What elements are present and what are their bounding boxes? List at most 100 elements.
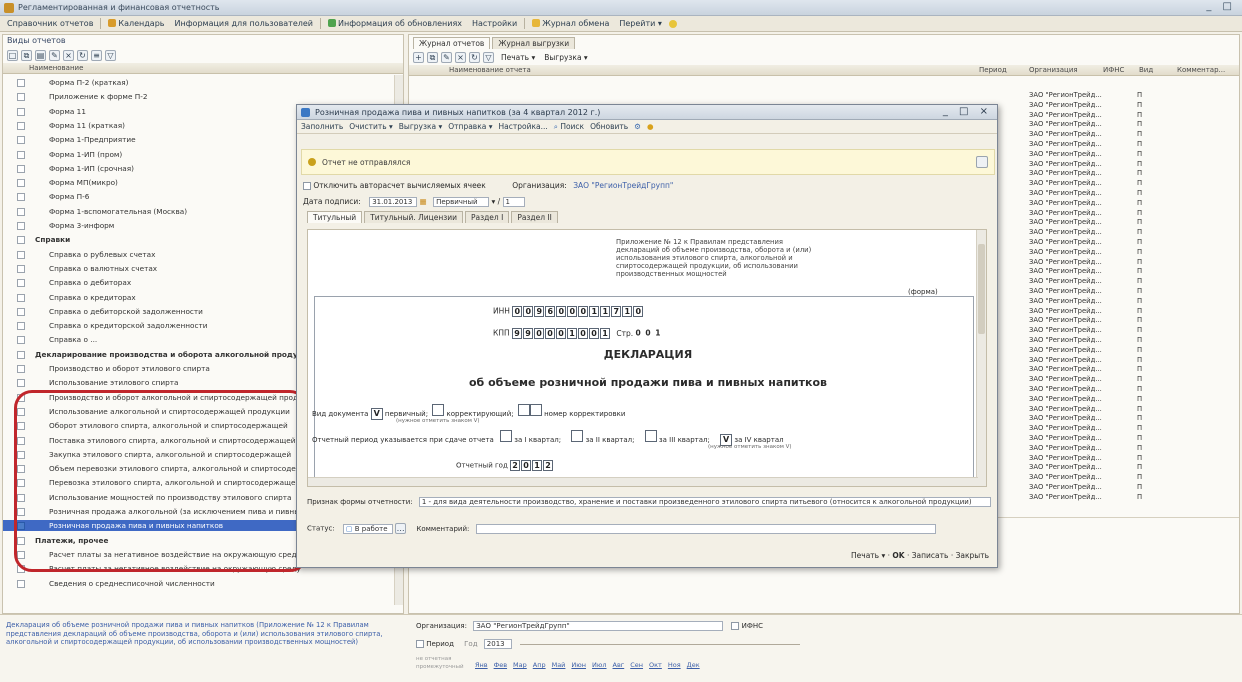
- journal-org-cell[interactable]: ЗАО "РегионТрейд...: [1029, 375, 1102, 384]
- add-icon[interactable]: +: [413, 51, 424, 63]
- journal-kind-cell[interactable]: П: [1137, 209, 1142, 218]
- month-item[interactable]: Май: [552, 661, 566, 669]
- refresh-icon[interactable]: ↻: [77, 49, 88, 61]
- journal-org-cell[interactable]: ЗАО "РегионТрейд...: [1029, 130, 1102, 139]
- journal-org-cell[interactable]: ЗАО "РегионТрейд...: [1029, 473, 1102, 482]
- journal-org-cell[interactable]: ЗАО "РегионТрейд...: [1029, 316, 1102, 325]
- journal-org-cell[interactable]: ЗАО "РегионТрейд...: [1029, 169, 1102, 178]
- row-checkbox[interactable]: [17, 350, 25, 359]
- tab-title-page[interactable]: Титульный: [307, 211, 363, 223]
- digit-cell[interactable]: 1: [600, 306, 611, 317]
- window-controls[interactable]: _ □: [1206, 1, 1236, 12]
- journal-kind-cell[interactable]: П: [1137, 258, 1142, 267]
- filter-org-select[interactable]: ЗАО "РегионТрейдГрупп": [473, 621, 724, 631]
- row-checkbox[interactable]: [17, 365, 25, 373]
- filter-period-checkbox[interactable]: [416, 640, 424, 648]
- journal-org-cell[interactable]: ЗАО "РегионТрейд...: [1029, 414, 1102, 423]
- list-item[interactable]: Форма П-2 (краткая): [3, 77, 388, 88]
- journal-org-cell[interactable]: ЗАО "РегионТрейд...: [1029, 248, 1102, 257]
- month-item[interactable]: Апр: [533, 661, 546, 669]
- folder-icon[interactable]: ▤: [35, 49, 46, 61]
- journal-org-cell[interactable]: ЗАО "РегионТрейд...: [1029, 189, 1102, 198]
- journal-kind-cell[interactable]: П: [1137, 405, 1142, 414]
- journal-org-cell[interactable]: ЗАО "РегионТрейд...: [1029, 483, 1102, 492]
- q2-box[interactable]: [571, 430, 584, 442]
- journal-org-cell[interactable]: ЗАО "РегионТрейд...: [1029, 160, 1102, 169]
- filter-year-field[interactable]: 2013: [483, 639, 512, 649]
- journal-org-cell[interactable]: ЗАО "РегионТрейд...: [1029, 150, 1102, 159]
- copy-icon[interactable]: ⧉: [427, 51, 438, 63]
- comment-field[interactable]: [475, 523, 936, 534]
- q1-box[interactable]: [500, 430, 513, 442]
- journal-kind-cell[interactable]: П: [1137, 150, 1142, 159]
- row-checkbox[interactable]: [17, 579, 25, 588]
- digit-cell[interactable]: 0: [534, 328, 544, 339]
- month-item[interactable]: Сен: [630, 661, 643, 669]
- journal-kind-cell[interactable]: П: [1137, 424, 1142, 433]
- journal-kind-cell[interactable]: П: [1137, 91, 1142, 100]
- tab-title-licenses[interactable]: Титульный. Лицензии: [364, 211, 464, 223]
- journal-org-cell[interactable]: ЗАО "РегионТрейд...: [1029, 277, 1102, 286]
- digit-cell[interactable]: 9: [523, 328, 533, 339]
- col-organization[interactable]: Организация: [1029, 65, 1078, 76]
- journal-org-cell[interactable]: ЗАО "РегионТрейд...: [1029, 267, 1102, 276]
- journal-org-cell[interactable]: ЗАО "РегионТрейд...: [1029, 258, 1102, 267]
- journal-kind-cell[interactable]: П: [1137, 248, 1142, 257]
- journal-kind-cell[interactable]: П: [1137, 336, 1142, 345]
- filter-option-1[interactable]: не отчетная: [416, 655, 464, 663]
- journal-org-cell[interactable]: ЗАО "РегионТрейд...: [1029, 424, 1102, 433]
- row-checkbox[interactable]: [17, 107, 25, 116]
- journal-kind-cell[interactable]: П: [1137, 385, 1142, 394]
- journal-kind-cell[interactable]: П: [1137, 483, 1142, 492]
- digit-cell[interactable]: 0: [633, 306, 644, 317]
- journal-kind-cell[interactable]: П: [1137, 238, 1142, 247]
- tab-export-journal[interactable]: Журнал выгрузки: [492, 37, 576, 49]
- refresh-icon[interactable]: ↻: [469, 51, 480, 63]
- refresh-status-button[interactable]: [976, 156, 988, 168]
- menu-settings[interactable]: Настройки: [469, 19, 520, 28]
- journal-kind-cell[interactable]: П: [1137, 169, 1142, 178]
- month-item[interactable]: Июн: [571, 661, 586, 669]
- menu-update-info[interactable]: Информация об обновлениях: [325, 19, 465, 28]
- calendar-icon[interactable]: ▦: [420, 197, 427, 206]
- digit-cell[interactable]: 0: [545, 328, 555, 339]
- journal-org-cell[interactable]: ЗАО "РегионТрейд...: [1029, 111, 1102, 120]
- menu-exchange-log[interactable]: Журнал обмена: [529, 19, 612, 28]
- print-button[interactable]: Печать ▾: [851, 551, 885, 560]
- journal-kind-cell[interactable]: П: [1137, 356, 1142, 365]
- row-checkbox[interactable]: [17, 264, 25, 273]
- month-item[interactable]: Дек: [687, 661, 700, 669]
- journal-org-cell[interactable]: ЗАО "РегионТрейд...: [1029, 238, 1102, 247]
- menu-reports-reference[interactable]: Справочник отчетов: [4, 19, 96, 28]
- journal-kind-cell[interactable]: П: [1137, 140, 1142, 149]
- digit-cell[interactable]: 0: [521, 460, 532, 471]
- corrective-mark-box[interactable]: [432, 404, 445, 416]
- corr-number-box-2[interactable]: [529, 404, 542, 416]
- journal-kind-cell[interactable]: П: [1137, 101, 1142, 110]
- form-sign-select[interactable]: 1 - для вида деятельности производство, …: [418, 497, 991, 507]
- search-button[interactable]: ⌕ Поиск: [554, 122, 584, 132]
- journal-org-cell[interactable]: ЗАО "РегионТрейд...: [1029, 179, 1102, 188]
- menu-goto[interactable]: Перейти ▾: [616, 19, 665, 28]
- help-icon[interactable]: ●: [647, 122, 654, 131]
- journal-org-cell[interactable]: ЗАО "РегионТрейд...: [1029, 209, 1102, 218]
- journal-kind-cell[interactable]: П: [1137, 199, 1142, 208]
- q3-box[interactable]: [644, 430, 657, 442]
- digit-cell[interactable]: 0: [567, 306, 578, 317]
- filter-icon[interactable]: ▽: [105, 49, 116, 61]
- col-ifns[interactable]: ИФНС: [1103, 65, 1124, 76]
- sign-date-field[interactable]: 31.01.2013: [369, 197, 418, 207]
- correction-number-field[interactable]: 1: [502, 197, 525, 207]
- journal-kind-cell[interactable]: П: [1137, 297, 1142, 306]
- journal-kind-cell[interactable]: П: [1137, 395, 1142, 404]
- journal-org-cell[interactable]: ЗАО "РегионТрейд...: [1029, 140, 1102, 149]
- digit-cell[interactable]: 1: [532, 460, 543, 471]
- journal-kind-cell[interactable]: П: [1137, 267, 1142, 276]
- journal-kind-cell[interactable]: П: [1137, 414, 1142, 423]
- digit-cell[interactable]: 0: [578, 306, 589, 317]
- menu-user-info[interactable]: Информация для пользователей: [172, 19, 317, 28]
- scroll-thumb[interactable]: [978, 244, 985, 334]
- chevron-down-icon[interactable]: ▾: [491, 197, 495, 206]
- dialog-window-controls[interactable]: _ □ ×: [943, 106, 992, 117]
- journal-org-cell[interactable]: ЗАО "РегионТрейд...: [1029, 336, 1102, 345]
